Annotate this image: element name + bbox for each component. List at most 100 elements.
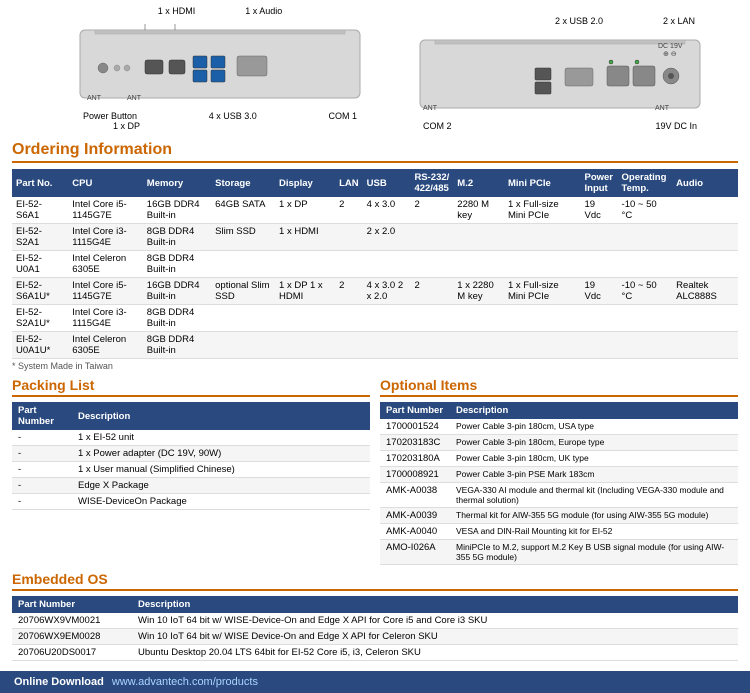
ordering-cell: 19 Vdc (581, 278, 618, 305)
col-m2: M.2 (453, 169, 504, 197)
ordering-cell: Intel Celeron 6305E (68, 332, 143, 359)
packing-row: -1 x User manual (Simplified Chinese) (12, 462, 370, 478)
ordering-cell (363, 305, 411, 332)
ordering-cell: EI-52-U0A1U* (12, 332, 68, 359)
packing-row: -1 x EI-52 unit (12, 430, 370, 446)
ordering-cell (335, 224, 363, 251)
left-device-container: 1 x HDMI 1 x Audio (45, 6, 395, 131)
ordering-cell: 2280 M key (453, 197, 504, 224)
packing-cell: 1 x User manual (Simplified Chinese) (72, 462, 370, 478)
packing-cell: Edge X Package (72, 478, 370, 494)
col-minipcie: Mini PCIe (504, 169, 581, 197)
packing-cell: - (12, 430, 72, 446)
optional-row: 170203180APower Cable 3-pin 180cm, UK ty… (380, 451, 738, 467)
ordering-row: EI-52-S2A1Intel Core i3-1115G4E8GB DDR4 … (12, 224, 738, 251)
packing-cell: - (12, 494, 72, 510)
ordering-cell: 64GB SATA (211, 197, 275, 224)
col-display: Display (275, 169, 335, 197)
ordering-cell: 8GB DDR4 Built-in (143, 332, 211, 359)
ordering-cell: Intel Core i5-1145G7E (68, 197, 143, 224)
svg-text:ANT: ANT (655, 105, 670, 112)
ordering-cell: -10 ~ 50 °C (618, 197, 673, 224)
svg-text:ANT: ANT (127, 95, 142, 102)
packing-section: Packing List Part Number Description -1 … (12, 377, 370, 565)
packing-table: Part Number Description -1 x EI-52 unit-… (12, 402, 370, 510)
ordering-cell: 1 x Full-size Mini PCIe (504, 278, 581, 305)
embedded-os-section: Embedded OS Part Number Description 2070… (0, 571, 750, 667)
ordering-cell (410, 251, 453, 278)
optional-row: 170203183CPower Cable 3-pin 180cm, Europ… (380, 435, 738, 451)
label-19vdcin: 19V DC In (655, 121, 697, 131)
ordering-cell: Intel Core i3-1115G4E (68, 224, 143, 251)
col-cpu: CPU (68, 169, 143, 197)
optional-row: AMO-I026AMiniPCIe to M.2, support M.2 Ke… (380, 540, 738, 565)
optional-cell: MiniPCIe to M.2, support M.2 Key B USB s… (450, 540, 738, 565)
col-usb: USB (363, 169, 411, 197)
col-audio: Audio (672, 169, 738, 197)
ordering-cell (504, 224, 581, 251)
optional-col-partno: Part Number (380, 402, 450, 419)
embedded-col-desc: Description (132, 596, 738, 613)
optional-cell: Power Cable 3-pin 180cm, USA type (450, 419, 738, 435)
ordering-cell: 1 x DP 1 x HDMI (275, 278, 335, 305)
ordering-cell: 1 x DP (275, 197, 335, 224)
embedded-cell: Ubuntu Desktop 20.04 LTS 64bit for EI-52… (132, 645, 738, 661)
packing-cell: - (12, 462, 72, 478)
optional-cell: Power Cable 3-pin 180cm, UK type (450, 451, 738, 467)
embedded-cell: 20706WX9EM0028 (12, 629, 132, 645)
embedded-cell: 20706U20DS0017 (12, 645, 132, 661)
ordering-cell (410, 305, 453, 332)
embedded-row: 20706WX9EM0028Win 10 IoT 64 bit w/ WISE … (12, 629, 738, 645)
ordering-cell (581, 251, 618, 278)
label-audio: 1 x Audio (245, 6, 282, 16)
col-power: PowerInput (581, 169, 618, 197)
packing-row: -WISE-DeviceOn Package (12, 494, 370, 510)
ordering-cell (211, 305, 275, 332)
ordering-cell (410, 224, 453, 251)
optional-row: AMK-A0040VESA and DIN-Rail Mounting kit … (380, 524, 738, 540)
ordering-cell: 1 x HDMI (275, 224, 335, 251)
embedded-cell: 20706WX9VM0021 (12, 613, 132, 629)
ordering-cell: 8GB DDR4 Built-in (143, 305, 211, 332)
ordering-cell (275, 332, 335, 359)
embedded-row: 20706WX9VM0021Win 10 IoT 64 bit w/ WISE-… (12, 613, 738, 629)
label-dp: 1 x DP (113, 121, 140, 131)
embedded-cell: Win 10 IoT 64 bit w/ WISE-Device-On and … (132, 613, 738, 629)
packing-cell: 1 x EI-52 unit (72, 430, 370, 446)
ordering-cell (672, 197, 738, 224)
ordering-cell: Intel Celeron 6305E (68, 251, 143, 278)
online-download-bar: Online Download www.advantech.com/produc… (0, 671, 750, 693)
ordering-cell (581, 224, 618, 251)
ordering-cell (453, 332, 504, 359)
ordering-cell (453, 305, 504, 332)
ordering-cell: optional Slim SSD (211, 278, 275, 305)
packing-title: Packing List (12, 377, 370, 397)
col-rs232: RS-232/422/485 (410, 169, 453, 197)
label-usb30: 4 x USB 3.0 (209, 111, 257, 121)
ordering-row: EI-52-U0A1Intel Celeron 6305E8GB DDR4 Bu… (12, 251, 738, 278)
ordering-section: Ordering Information Part No. CPU Memory… (0, 135, 750, 377)
optional-row: 1700008921Power Cable 3-pin PSE Mark 183… (380, 467, 738, 483)
embedded-os-table: Part Number Description 20706WX9VM0021Wi… (12, 596, 738, 661)
ordering-cell: 4 x 3.0 (363, 197, 411, 224)
ordering-cell: -10 ~ 50 °C (618, 278, 673, 305)
optional-col-desc: Description (450, 402, 738, 419)
ordering-cell: Realtek ALC888S (672, 278, 738, 305)
ordering-cell (453, 224, 504, 251)
ordering-footnote: * System Made in Taiwan (12, 361, 738, 371)
ordering-cell (363, 251, 411, 278)
ordering-cell: EI-52-S6A1 (12, 197, 68, 224)
ordering-cell (618, 224, 673, 251)
svg-text:DC 19V: DC 19V (658, 43, 683, 50)
embedded-row: 20706U20DS0017Ubuntu Desktop 20.04 LTS 6… (12, 645, 738, 661)
ordering-cell: 1 x 2280 M key (453, 278, 504, 305)
ordering-cell (672, 251, 738, 278)
optional-cell: Thermal kit for AIW-355 5G module (for u… (450, 508, 738, 524)
ordering-cell: 2 (410, 278, 453, 305)
right-device-container: 2 x USB 2.0 2 x LAN (415, 16, 705, 131)
ordering-cell: 1 x Full-size Mini PCIe (504, 197, 581, 224)
ordering-cell (335, 251, 363, 278)
ordering-cell (335, 305, 363, 332)
packing-cell: 1 x Power adapter (DC 19V, 90W) (72, 446, 370, 462)
ordering-cell: 16GB DDR4 Built-in (143, 197, 211, 224)
